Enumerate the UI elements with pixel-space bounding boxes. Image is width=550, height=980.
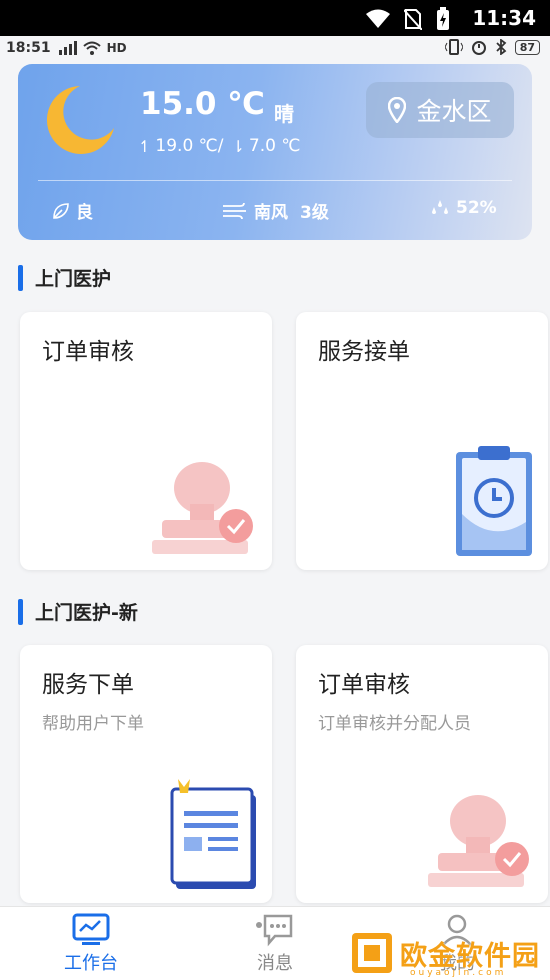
card-order-review[interactable]: 订单审核: [20, 312, 272, 570]
system-icons: [366, 7, 450, 31]
card-service-accept[interactable]: 服务接单: [296, 312, 548, 570]
card-order-review-assign[interactable]: 订单审核 订单审核并分配人员: [296, 645, 548, 903]
droplets-icon: [432, 200, 448, 214]
watermark-sub: ouyaojin.com: [410, 968, 507, 978]
wifi-small-icon: [82, 41, 101, 55]
section-title-home-care: 上门医护: [18, 264, 111, 291]
section-accent-bar: [18, 598, 23, 625]
battery-level: 87: [514, 39, 540, 55]
stamp-icon: [428, 795, 529, 887]
air-quality: 良: [52, 198, 93, 223]
nav-item-workbench[interactable]: 工作台: [36, 913, 146, 975]
card-subtitle: 帮助用户下单: [42, 714, 144, 734]
humidity-value: 52%: [456, 198, 497, 218]
no-sim-icon: [404, 9, 422, 30]
card-subtitle: 订单审核并分配人员: [318, 714, 471, 734]
monitor-icon: [72, 913, 110, 945]
card-title: 订单审核: [318, 672, 410, 698]
section-accent-bar: [18, 264, 23, 291]
card-service-order[interactable]: 服务下单 帮助用户下单: [20, 645, 272, 903]
weather-divider: [38, 180, 512, 181]
watermark-logo-icon: [352, 933, 392, 973]
nav-label: 工作台: [64, 953, 118, 974]
weather-card: 15.0 ℃ 晴 ↿ 19.0 ℃/ ⇂ 7.0 ℃ 金水区 良 南风 3级 5…: [18, 64, 532, 240]
status-bar: 18:51 HD 87: [0, 36, 550, 62]
watermark: 欧金软件园 ouyaojin.com: [350, 930, 544, 978]
humidity-info: 52%: [430, 198, 497, 218]
arrow-down-icon: ⇂: [231, 136, 245, 156]
card-title: 订单审核: [42, 339, 134, 365]
air-quality-label: 良: [76, 203, 93, 223]
chat-icon: [256, 914, 293, 947]
arrow-up-icon: ↿: [138, 136, 152, 156]
wind-level: 3级: [300, 203, 329, 223]
nav-label: 消息: [257, 953, 293, 974]
card-title: 服务下单: [42, 672, 134, 698]
network-badge: HD: [106, 41, 127, 55]
section-title-label: 上门医护: [35, 268, 112, 290]
system-status-bar: 11:34: [0, 0, 550, 36]
wind-direction: 南风: [254, 203, 288, 223]
moon-icon: [46, 86, 114, 154]
weather-range: ↿ 19.0 ℃/ ⇂ 7.0 ℃: [138, 136, 300, 156]
weather-high: 19.0 ℃/: [155, 136, 224, 156]
alarm-icon: [471, 41, 486, 55]
location-button[interactable]: 金水区: [366, 82, 514, 138]
system-time: 11:34: [472, 6, 536, 30]
section-title-home-care-new: 上门医护-新: [18, 598, 138, 625]
status-time: 18:51: [6, 40, 51, 56]
weather-condition: 晴: [274, 102, 294, 126]
document-icon: [170, 779, 256, 889]
signal-icon: [58, 41, 77, 55]
card-title: 服务接单: [318, 339, 410, 365]
wind-info: 南风 3级: [222, 198, 329, 223]
weather-low: 7.0 ℃: [248, 136, 301, 156]
location-pin-icon: [388, 97, 407, 123]
leaf-icon: [53, 202, 69, 219]
wind-icon: [223, 202, 246, 219]
nav-item-messages[interactable]: 消息: [220, 913, 330, 975]
weather-temperature: 15.0 ℃: [140, 86, 265, 122]
vibrate-icon: [444, 39, 463, 55]
watermark-text: 欧金软件园: [400, 940, 540, 972]
section-title-label: 上门医护-新: [35, 602, 138, 624]
bluetooth-icon: [496, 39, 507, 55]
location-label: 金水区: [416, 97, 492, 126]
battery-charging-icon: [437, 7, 449, 30]
wifi-icon: [366, 9, 390, 28]
clipboard-clock-icon: [456, 446, 532, 556]
stamp-icon: [152, 462, 253, 554]
